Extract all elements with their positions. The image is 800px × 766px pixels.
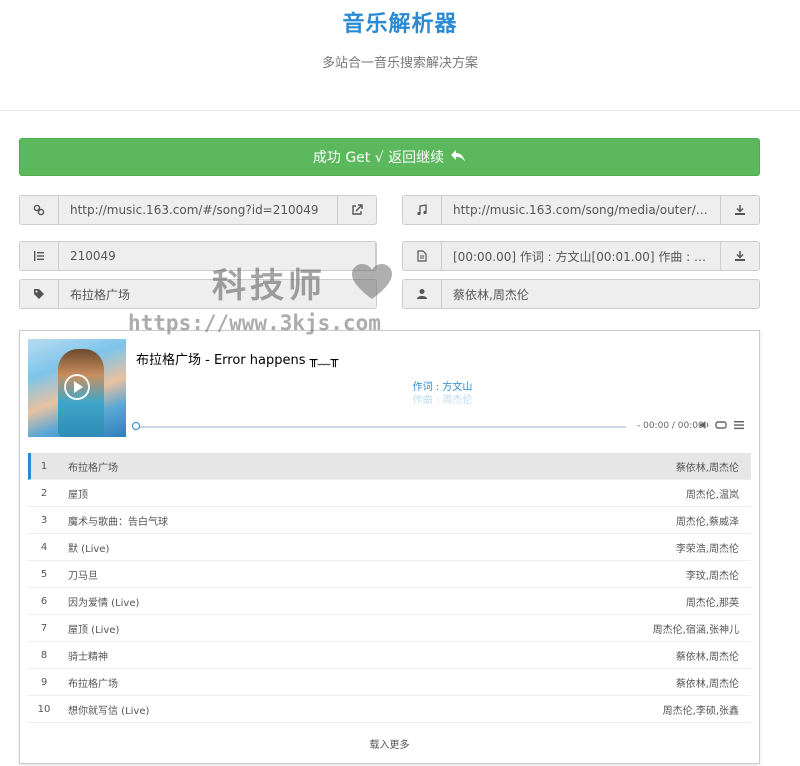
track-artist: 周杰伦,那英 — [685, 597, 739, 609]
success-button-label: 成功 Get √ 返回继续 — [312, 150, 445, 166]
track-number: 7 — [40, 622, 48, 634]
track-name: 骑士精神 — [68, 651, 108, 663]
track-number: 1 — [40, 460, 48, 472]
user-icon — [403, 280, 442, 308]
list-ordered-icon — [20, 242, 59, 270]
link-icon — [20, 196, 59, 224]
lyrics-display: 作词 : 方文山 作曲 : 周杰伦 — [136, 381, 749, 407]
playlist-row[interactable]: 4 默 (Live) 李荣浩,周杰伦 — [28, 534, 751, 561]
playlist-row[interactable]: 3 魔术与歌曲：告白气球 周杰伦,蔡威泽 — [28, 507, 751, 534]
heart-icon — [352, 264, 392, 300]
lyric-next-line: 作曲 : 周杰伦 — [412, 395, 473, 406]
lyric-current-line: 作词 : 方文山 — [412, 382, 473, 393]
page-header: 音乐解析器 多站合一音乐搜索解决方案 — [0, 0, 800, 111]
track-artist: 李荣浩,周杰伦 — [675, 543, 739, 555]
track-name: 布拉格广场 — [68, 462, 118, 474]
lyrics-input[interactable]: [00:00.00] 作词 : 方文山[00:01.00] 作曲 : 周杰... — [442, 242, 720, 270]
music-player: 布拉格广场 - Error happens ╥﹏╥ 作词 : 方文山 作曲 : … — [19, 330, 760, 764]
playlist-row[interactable]: 6 因为爱情 (Live) 周杰伦,那英 — [28, 588, 751, 615]
reply-icon — [450, 148, 466, 167]
music-icon — [403, 196, 442, 224]
playlist-row[interactable]: 10 想你就写信 (Live) 周杰伦,李硕,张鑫 — [28, 696, 751, 723]
track-number: 4 — [40, 541, 48, 553]
track-artist: 周杰伦,宿涵,张神儿 — [652, 624, 739, 636]
time-display: - 00:00 / 00:00 — [637, 421, 704, 431]
track-artist: 蔡依林,周杰伦 — [675, 651, 739, 663]
track-number: 8 — [40, 649, 48, 661]
track-name: 屋顶 (Live) — [68, 624, 120, 636]
tag-icon — [20, 280, 59, 308]
download-icon[interactable] — [720, 196, 759, 224]
track-name: 魔术与歌曲：告白气球 — [68, 516, 168, 528]
track-artist: 李玟,周杰伦 — [685, 570, 739, 582]
track-artist: 蔡依林,周杰伦 — [675, 462, 739, 474]
song-link-input[interactable]: http://music.163.com/#/song?id=210049 — [59, 196, 337, 224]
external-link-icon[interactable] — [337, 196, 376, 224]
progress-handle[interactable] — [132, 422, 140, 430]
artist-field: 蔡依林,周杰伦 — [402, 279, 760, 309]
play-icon[interactable] — [64, 374, 90, 400]
track-number: 5 — [40, 568, 48, 580]
track-artist: 周杰伦,蔡威泽 — [675, 516, 739, 528]
playlist-row[interactable]: 7 屋顶 (Live) 周杰伦,宿涵,张神儿 — [28, 615, 751, 642]
playlist-row[interactable]: 2 屋顶 周杰伦,温岚 — [28, 480, 751, 507]
progress-track — [136, 426, 626, 428]
watermark-text: 科技师 — [212, 266, 326, 306]
playlist-row[interactable]: 5 刀马旦 李玟,周杰伦 — [28, 561, 751, 588]
track-name: 屋顶 — [68, 489, 88, 501]
track-number: 6 — [40, 595, 48, 607]
page-title: 音乐解析器 — [342, 12, 458, 37]
track-number: 2 — [40, 487, 48, 499]
volume-icon[interactable] — [700, 420, 710, 433]
lyrics-field: [00:00.00] 作词 : 方文山[00:01.00] 作曲 : 周杰... — [402, 241, 760, 271]
track-name: 因为爱情 (Live) — [68, 597, 140, 609]
track-artist: 蔡依林,周杰伦 — [675, 678, 739, 690]
file-text-icon — [403, 242, 442, 270]
track-artist: 周杰伦,李硕,张鑫 — [662, 705, 739, 717]
now-playing-title: 布拉格广场 - Error happens ╥﹏╥ — [136, 353, 339, 368]
download-icon[interactable] — [720, 242, 759, 270]
album-cover[interactable] — [28, 339, 126, 437]
playlist-row[interactable]: 1 布拉格广场 蔡依林,周杰伦 — [28, 453, 751, 480]
song-url-field: http://music.163.com/song/media/outer/ur… — [402, 195, 760, 225]
track-name: 默 (Live) — [68, 543, 110, 555]
playlist-row[interactable]: 8 骑士精神 蔡依林,周杰伦 — [28, 642, 751, 669]
menu-icon[interactable] — [734, 420, 744, 433]
track-name: 想你就写信 (Live) — [68, 705, 150, 717]
playlist-row[interactable]: 9 布拉格广场 蔡依林,周杰伦 — [28, 669, 751, 696]
song-url-input[interactable]: http://music.163.com/song/media/outer/ur… — [442, 196, 720, 224]
load-more-button[interactable]: 载入更多 — [20, 736, 759, 751]
progress-bar[interactable] — [132, 422, 626, 431]
playlist: 1 布拉格广场 蔡依林,周杰伦 2 屋顶 周杰伦,温岚 3 魔术与歌曲：告白气球 周杰伦,蔡威泽… — [28, 453, 751, 723]
track-number: 3 — [40, 514, 48, 526]
loop-icon[interactable] — [715, 420, 727, 433]
track-name: 布拉格广场 — [68, 678, 118, 690]
song-link-field: http://music.163.com/#/song?id=210049 — [19, 195, 377, 225]
track-number: 9 — [40, 676, 48, 688]
track-name: 刀马旦 — [68, 570, 98, 582]
page-subtitle: 多站合一音乐搜索解决方案 — [321, 56, 478, 71]
watermark-url: https://www.3kjs.com — [128, 311, 381, 335]
artist-input[interactable]: 蔡依林,周杰伦 — [442, 280, 759, 308]
success-return-button[interactable]: 成功 Get √ 返回继续 — [19, 138, 760, 176]
track-artist: 周杰伦,温岚 — [685, 489, 739, 501]
track-number: 10 — [37, 703, 51, 715]
